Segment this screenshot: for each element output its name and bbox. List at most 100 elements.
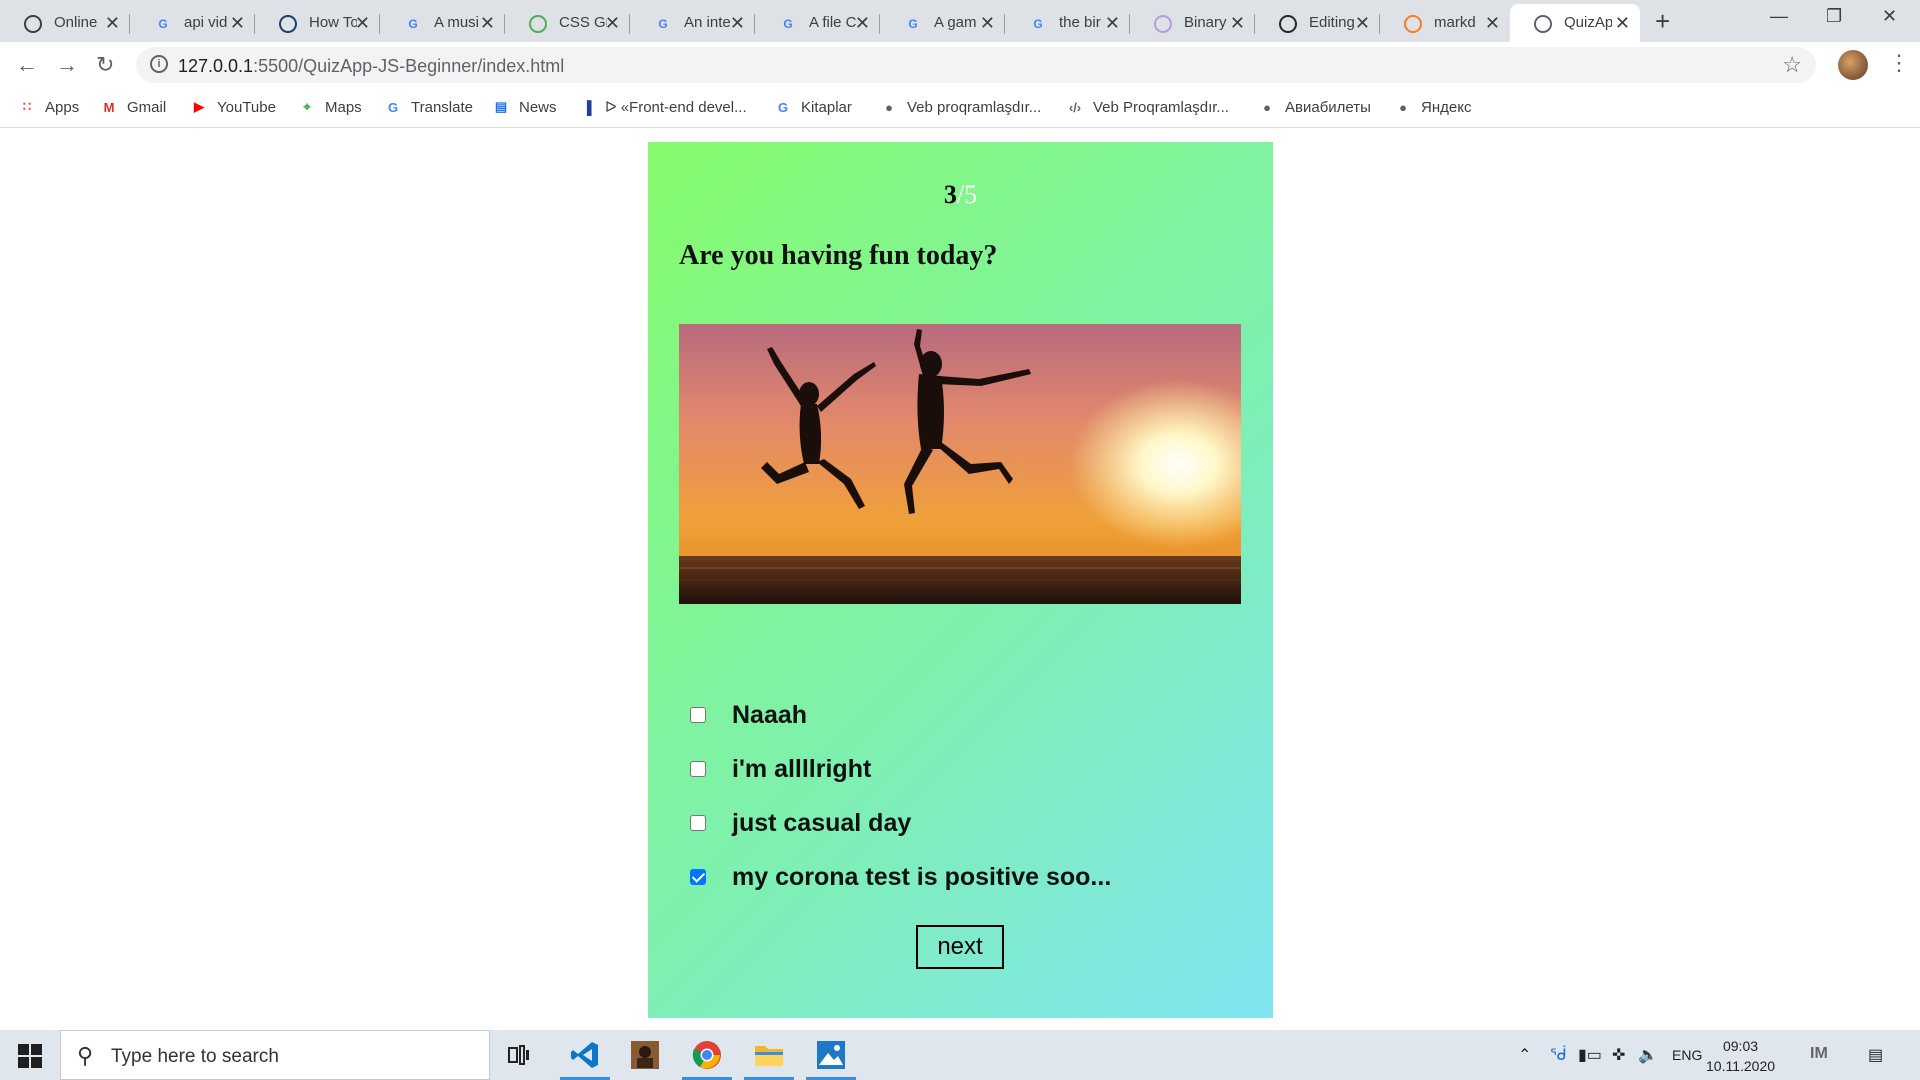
taskbar-search-placeholder: Type here to search <box>111 1046 279 1067</box>
tab-close-icon[interactable]: ✕ <box>1105 13 1120 34</box>
bookmark-item[interactable]: ‹/› Veb Proqramlaşdır... <box>1066 94 1229 120</box>
bookmark-item[interactable]: G Kitaplar <box>774 94 852 120</box>
browser-tab[interactable]: G An inte ✕ <box>630 4 755 42</box>
profile-avatar[interactable] <box>1838 50 1868 80</box>
tab-close-icon[interactable]: ✕ <box>1615 13 1630 34</box>
windows-start-icon[interactable] <box>18 1044 42 1068</box>
answer-checkbox[interactable] <box>690 761 706 777</box>
answer-label[interactable]: Naaah <box>732 701 807 730</box>
answer-checkbox-checked[interactable] <box>690 869 706 885</box>
minimize-button[interactable]: — <box>1770 6 1788 27</box>
browser-tab[interactable]: How To ✕ <box>255 4 380 42</box>
bookmark-item[interactable]: ● Авиабилеты <box>1258 94 1371 120</box>
meet-now-icon[interactable]: IM <box>1810 1045 1828 1063</box>
browser-tab[interactable]: G A gam ✕ <box>880 4 1005 42</box>
browser-menu-icon[interactable]: ⋮ <box>1888 50 1910 76</box>
address-bar[interactable]: i 127.0.0.1:5500/QuizApp-JS-Beginner/ind… <box>136 47 1816 83</box>
browser-tab-label: QuizAp <box>1564 14 1612 31</box>
tab-close-icon[interactable]: ✕ <box>480 13 495 34</box>
bookmark-item[interactable]: ● Яндекс <box>1394 94 1471 120</box>
volume-icon[interactable]: 🔈 <box>1638 1045 1658 1065</box>
google-icon: G <box>658 17 668 31</box>
current-question-number: 3 <box>943 180 957 209</box>
github-icon <box>1279 15 1297 33</box>
translate-icon: G <box>387 99 399 115</box>
answer-label[interactable]: i'm allllright <box>732 755 871 784</box>
bluetooth-icon[interactable]: ᖂ <box>1550 1045 1567 1065</box>
bookmark-star-icon[interactable]: ☆ <box>1782 52 1802 78</box>
answer-checkbox[interactable] <box>690 815 706 831</box>
browser-tab[interactable]: Binary ✕ <box>1130 4 1255 42</box>
file-explorer-icon[interactable] <box>740 1030 798 1080</box>
close-window-button[interactable]: ✕ <box>1882 6 1897 27</box>
bookmark-item[interactable]: G Translate <box>384 94 473 120</box>
bookmarks-bar: ∷ Apps M Gmail ▶ YouTube ⌖ Maps G Translate ▤ News ▐… <box>0 88 1920 128</box>
browser-tab[interactable]: QuizAp ✕ <box>1510 4 1640 42</box>
restore-button[interactable]: ❐ <box>1826 6 1842 27</box>
bookmark-item[interactable]: M Gmail <box>100 94 167 120</box>
back-arrow-icon[interactable]: ← <box>16 52 38 78</box>
reload-icon[interactable]: ↻ <box>96 52 114 78</box>
notifications-icon[interactable]: ▤ <box>1868 1045 1883 1065</box>
google-icon: G <box>908 17 918 31</box>
browser-tab[interactable]: Gapi vid ✕ <box>130 4 255 42</box>
tab-close-icon[interactable]: ✕ <box>1485 13 1500 34</box>
bookmark-item[interactable]: ▐ ᐅ «Front-end devel... <box>578 94 746 120</box>
next-button[interactable]: next <box>916 925 1004 969</box>
answer-label[interactable]: my corona test is positive soo... <box>732 863 1111 892</box>
tab-close-icon[interactable]: ✕ <box>1230 13 1245 34</box>
bookmark-item[interactable]: ▤ News <box>492 94 557 120</box>
google-icon: G <box>1033 17 1043 31</box>
chrome-icon[interactable] <box>678 1030 736 1080</box>
tab-close-icon[interactable]: ✕ <box>355 13 370 34</box>
bookmark-label: Gmail <box>127 98 167 116</box>
wifi-icon[interactable]: ✜ <box>1612 1045 1625 1065</box>
browser-tab[interactable]: CSS Gr ✕ <box>505 4 630 42</box>
browser-tab[interactable]: markd ✕ <box>1380 4 1510 42</box>
tray-chevron-up-icon[interactable]: ⌃ <box>1518 1045 1531 1065</box>
vscode-icon[interactable] <box>556 1030 614 1080</box>
forward-arrow-icon[interactable]: → <box>56 52 78 78</box>
browser-tab[interactable]: G A file C ✕ <box>755 4 880 42</box>
answer-option[interactable]: Naaah <box>690 700 807 730</box>
binary-icon <box>1154 15 1172 33</box>
browser-tab[interactable]: Gthe bir ✕ <box>1005 4 1130 42</box>
address-url[interactable]: 127.0.0.1:5500/QuizApp-JS-Beginner/index… <box>178 56 564 77</box>
browser-tab[interactable]: G A musi ✕ <box>380 4 505 42</box>
tab-close-icon[interactable]: ✕ <box>1355 13 1370 34</box>
info-icon[interactable]: i <box>150 55 168 73</box>
tab-close-icon[interactable]: ✕ <box>730 13 745 34</box>
browser-tab[interactable]: Editing ✕ <box>1255 4 1380 42</box>
tab-close-icon[interactable]: ✕ <box>855 13 870 34</box>
tab-close-icon[interactable]: ✕ <box>980 13 995 34</box>
bookmark-label: Авиабилеты <box>1285 98 1371 116</box>
bookmark-item[interactable]: ▶ YouTube <box>190 94 276 120</box>
globe-person-icon <box>279 15 297 33</box>
browser-tab-label: How To <box>309 14 357 31</box>
tab-close-icon[interactable]: ✕ <box>605 13 620 34</box>
bookmark-item[interactable]: ● Veb proqramlaşdır... <box>880 94 1041 120</box>
battery-icon[interactable]: ▮▭ <box>1578 1045 1602 1065</box>
browser-tab[interactable]: Online ✕ <box>0 4 130 42</box>
answer-checkbox[interactable] <box>690 707 706 723</box>
answer-option[interactable]: i'm allllright <box>690 754 871 784</box>
question-counter: 3/5 <box>648 180 1273 210</box>
language-indicator[interactable]: ENG <box>1672 1047 1702 1063</box>
task-view-icon[interactable] <box>490 1030 548 1080</box>
answer-label[interactable]: just casual day <box>732 809 911 838</box>
browser-tab-label: CSS Gr <box>559 14 607 31</box>
photos-icon[interactable] <box>802 1030 860 1080</box>
game-app-icon[interactable] <box>616 1030 674 1080</box>
answer-option[interactable]: just casual day <box>690 808 911 838</box>
tab-close-icon[interactable]: ✕ <box>230 13 245 34</box>
new-tab-button[interactable]: + <box>1655 6 1670 37</box>
browser-tab-label: Editing <box>1309 14 1355 31</box>
tab-close-icon[interactable]: ✕ <box>105 13 120 34</box>
bar-chart-icon: ▐ <box>582 99 592 115</box>
taskbar-search-input[interactable]: ⚲ Type here to search <box>60 1030 490 1080</box>
answer-option[interactable]: my corona test is positive soo... <box>690 862 1111 892</box>
bookmark-item[interactable]: ⌖ Maps <box>298 94 361 120</box>
bookmark-item[interactable]: ∷ Apps <box>18 94 79 120</box>
browser-tab-label: api vid <box>184 14 228 31</box>
taskbar-clock[interactable]: 09:03 10.11.2020 <box>1706 1036 1775 1076</box>
